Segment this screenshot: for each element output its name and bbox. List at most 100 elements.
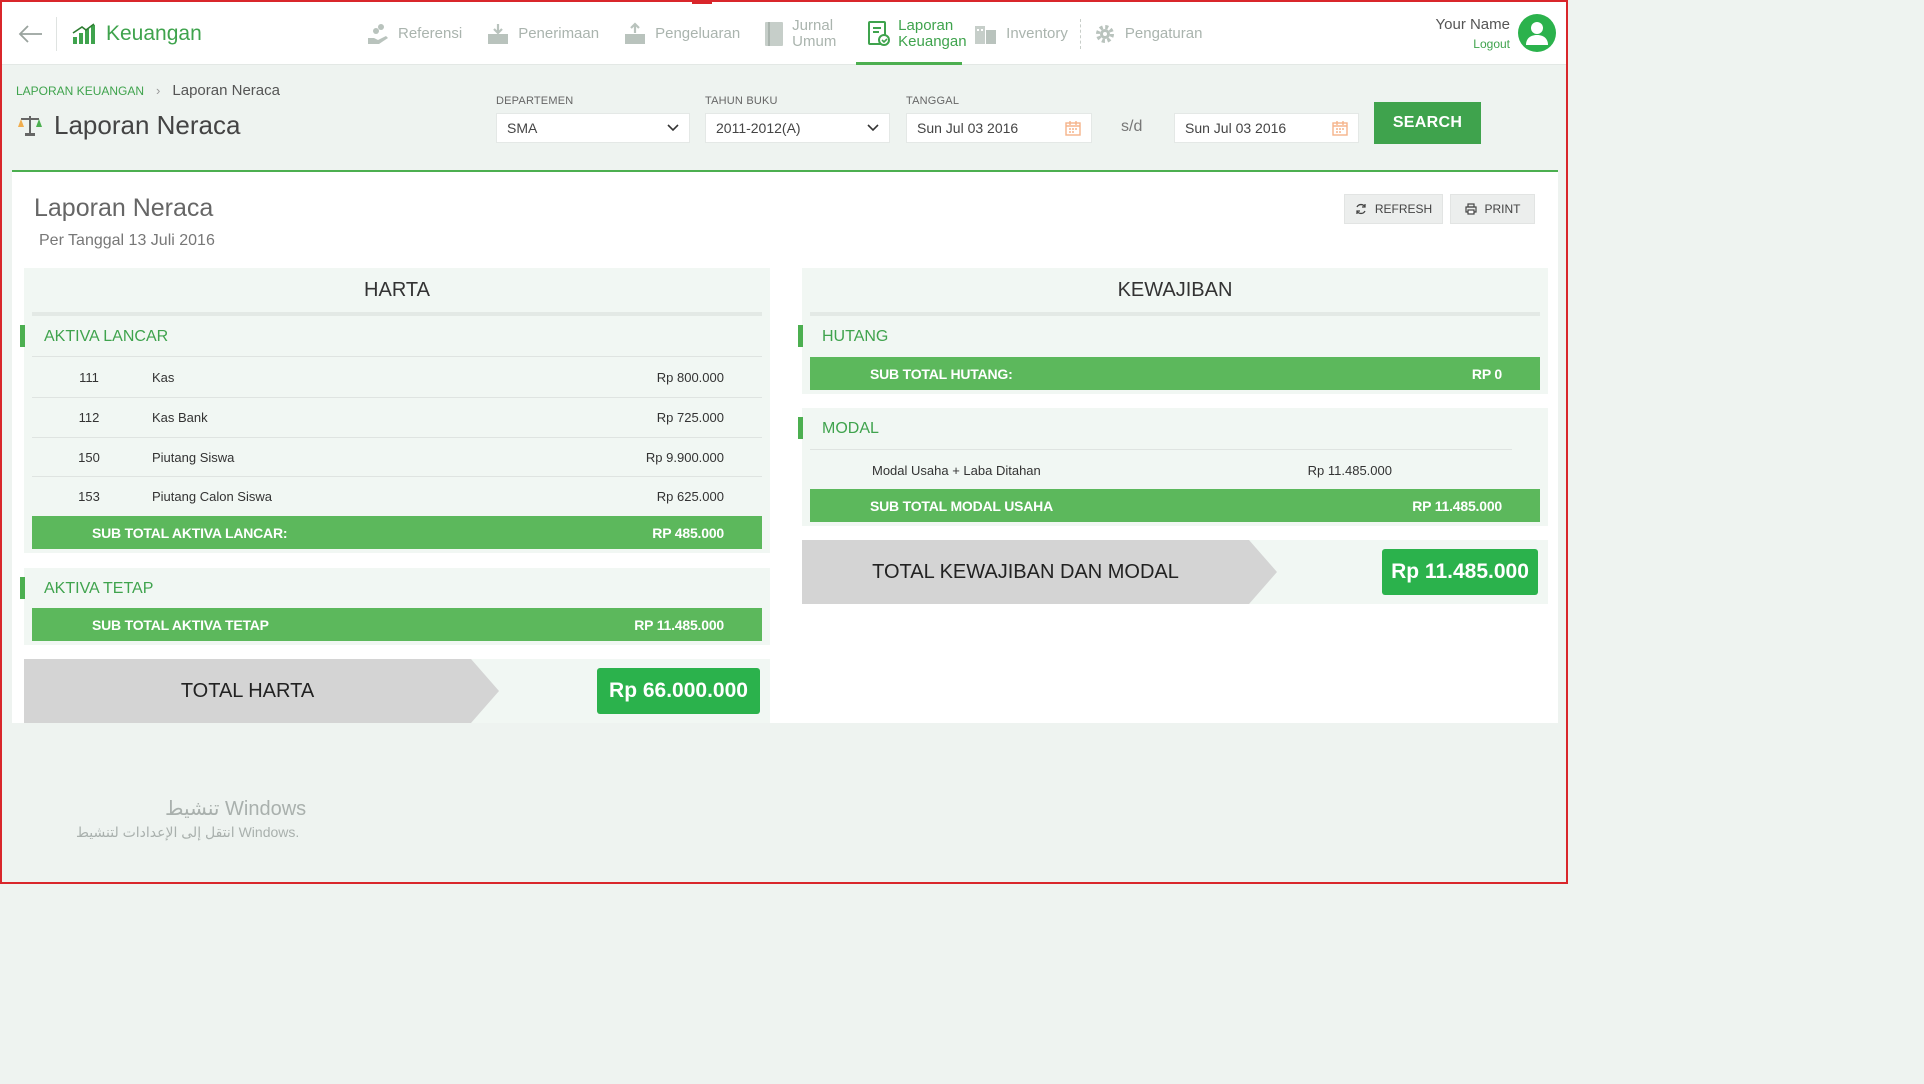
report-subtitle: Per Tanggal 13 Juli 2016 [39,232,215,249]
balance-scale-icon [18,115,42,136]
report-title: Laporan Neraca [34,194,214,222]
avatar[interactable] [1518,14,1556,52]
account-name: Piutang Siswa [152,450,235,465]
nav-item-pengaturan[interactable]: Pengaturan [1081,2,1215,65]
subtotal-aktiva-lancar: SUB TOTAL AKTIVA LANCAR: RP 485.000 [32,516,762,549]
kewajiban-panel: KEWAJIBAN HUTANG SUB TOTAL HUTANG: RP 0 [797,268,1548,394]
nav-label: Referensi [398,24,463,42]
account-code: 112 [78,410,100,425]
breadcrumb-current: Laporan Neraca [172,82,280,99]
departemen-filter: DEPARTEMEN SMA [496,95,690,143]
inbox-in-icon [488,23,509,44]
search-button[interactable]: SEARCH [1374,102,1481,144]
harta-panel: HARTA AKTIVA LANCAR 111 Kas Rp 800.000 1… [19,268,770,553]
user-name: Your Name [1435,15,1511,33]
table-row[interactable]: 111 Kas Rp 800.000 [32,357,762,397]
departemen-label: DEPARTEMEN [496,95,574,107]
subtotal-modal-usaha: SUB TOTAL MODAL USAHA RP 11.485.000 [810,489,1540,522]
report-icon [868,20,891,46]
total-kewajiban-label: TOTAL KEWAJIBAN DAN MODAL [802,540,1277,604]
print-button[interactable]: PRINT [1450,194,1535,224]
aktiva-lancar-title: AKTIVA LANCAR [19,325,168,349]
account-name: Kas [152,369,175,385]
subtotal-label: SUB TOTAL HUTANG: [870,365,1013,382]
subtotal-label: SUB TOTAL AKTIVA TETAP [92,616,269,633]
date-from-input[interactable]: Sun Jul 03 2016 [906,113,1092,143]
nav-item-referensi[interactable]: Referensi [354,2,474,65]
nav-label: Inventory [1006,24,1068,42]
brand[interactable]: Keuangan [72,22,202,46]
user-icon [1526,22,1548,45]
aktiva-tetap-panel: AKTIVA TETAP SUB TOTAL AKTIVA TETAP RP 1… [19,568,770,645]
subtotal-label: SUB TOTAL MODAL USAHA [870,497,1053,514]
aktiva-tetap-title: AKTIVA TETAP [19,577,153,601]
nav-item-pengeluaran[interactable]: Pengeluaran [611,2,752,65]
tahun-buku-value: 2011-2012(A) [716,120,801,136]
main-nav: Referensi Penerimaan Pengeluaran Jurnal … [354,2,1214,65]
account-amount: Rp 800.000 [656,369,724,385]
subtotal-value: RP 485.000 [652,524,724,541]
date-to-input[interactable]: Sun Jul 03 2016 [1174,113,1359,143]
tanggal-filter: TANGGAL Sun Jul 03 2016 [906,95,1092,143]
inbox-out-icon [625,21,646,44]
back-button[interactable] [16,20,44,48]
account-amount: Rp 625.000 [656,489,724,504]
nav-label: Penerimaan [518,24,600,42]
nav-item-jurnal-umum[interactable]: Jurnal Umum [752,2,856,65]
account-amount: Rp 11.485.000 [1307,462,1392,478]
table-row[interactable]: 150 Piutang Siswa Rp 9.900.000 [32,437,762,477]
nav-item-laporan-keuangan[interactable]: Laporan Keuangan [856,2,967,65]
tanggal-label: TANGGAL [906,95,960,107]
refresh-button[interactable]: REFRESH [1344,194,1443,224]
refresh-label: REFRESH [1374,202,1433,216]
printer-icon [1464,203,1477,215]
account-name: Kas Bank [152,410,208,425]
chevron-down-icon [867,124,879,132]
hutang-title: HUTANG [797,325,888,349]
account-amount: Rp 9.900.000 [645,450,724,465]
chevron-right-icon: › [156,83,161,98]
total-harta-band: TOTAL HARTA Rp 66.000.000 [24,659,770,723]
date-to-value: Sun Jul 03 2016 [1185,120,1287,136]
hand-coins-icon [368,23,388,44]
account-code: 111 [79,369,99,385]
print-label: PRINT [1484,202,1521,216]
building-icon [975,25,997,44]
logout-link[interactable]: Logout [1436,37,1510,51]
activation-watermark-text: انتقل إلى الإعدادات لتنشيط Windows. [76,824,300,840]
nav-label: Jurnal Umum [792,16,837,50]
chevron-down-icon [667,124,679,132]
tahun-buku-select[interactable]: 2011-2012(A) [705,113,890,143]
table-row[interactable]: 112 Kas Bank Rp 725.000 [32,397,762,437]
tahun-buku-filter: TAHUN BUKU 2011-2012(A) [705,95,890,143]
departemen-select[interactable]: SMA [496,113,690,143]
nav-label: Laporan Keuangan [898,16,967,50]
subtotal-value: RP 11.485.000 [634,616,724,633]
calendar-icon [1065,121,1081,136]
breadcrumb-root-link[interactable]: LAPORAN KEUANGAN [16,84,144,98]
table-row[interactable]: 153 Piutang Calon Siswa Rp 625.000 [32,476,762,516]
page-title: Laporan Neraca [54,110,241,140]
tanggal-to-filter: . Sun Jul 03 2016 [1174,95,1359,143]
total-kewajiban-band: TOTAL KEWAJIBAN DAN MODAL Rp 11.485.000 [802,540,1548,604]
account-name: Piutang Calon Siswa [152,489,272,504]
divider [56,17,57,51]
top-navbar: Keuangan Referensi Penerimaan Pengeluara… [2,2,1566,65]
modal-panel: MODAL Modal Usaha + Laba Ditahan Rp 11.4… [798,408,1548,526]
gear-icon [1095,24,1114,43]
date-from-value: Sun Jul 03 2016 [917,120,1019,136]
account-code: 150 [78,450,100,465]
calendar-icon [1332,121,1348,136]
arrow-left-icon [18,25,42,43]
table-row[interactable]: Modal Usaha + Laba Ditahan Rp 11.485.000 [872,450,1392,490]
user-menu: Your Name Logout [1435,14,1556,52]
page-header: Laporan Neraca [16,110,240,141]
account-code: 153 [78,489,100,504]
date-separator: s/d [1121,118,1143,135]
nav-item-penerimaan[interactable]: Penerimaan [474,2,611,65]
book-icon [765,21,784,46]
subtotal-hutang: SUB TOTAL HUTANG: RP 0 [810,357,1540,390]
brand-title: Keuangan [106,22,202,45]
nav-item-inventory[interactable]: Inventory [962,2,1080,65]
modal-title: MODAL [798,417,879,441]
